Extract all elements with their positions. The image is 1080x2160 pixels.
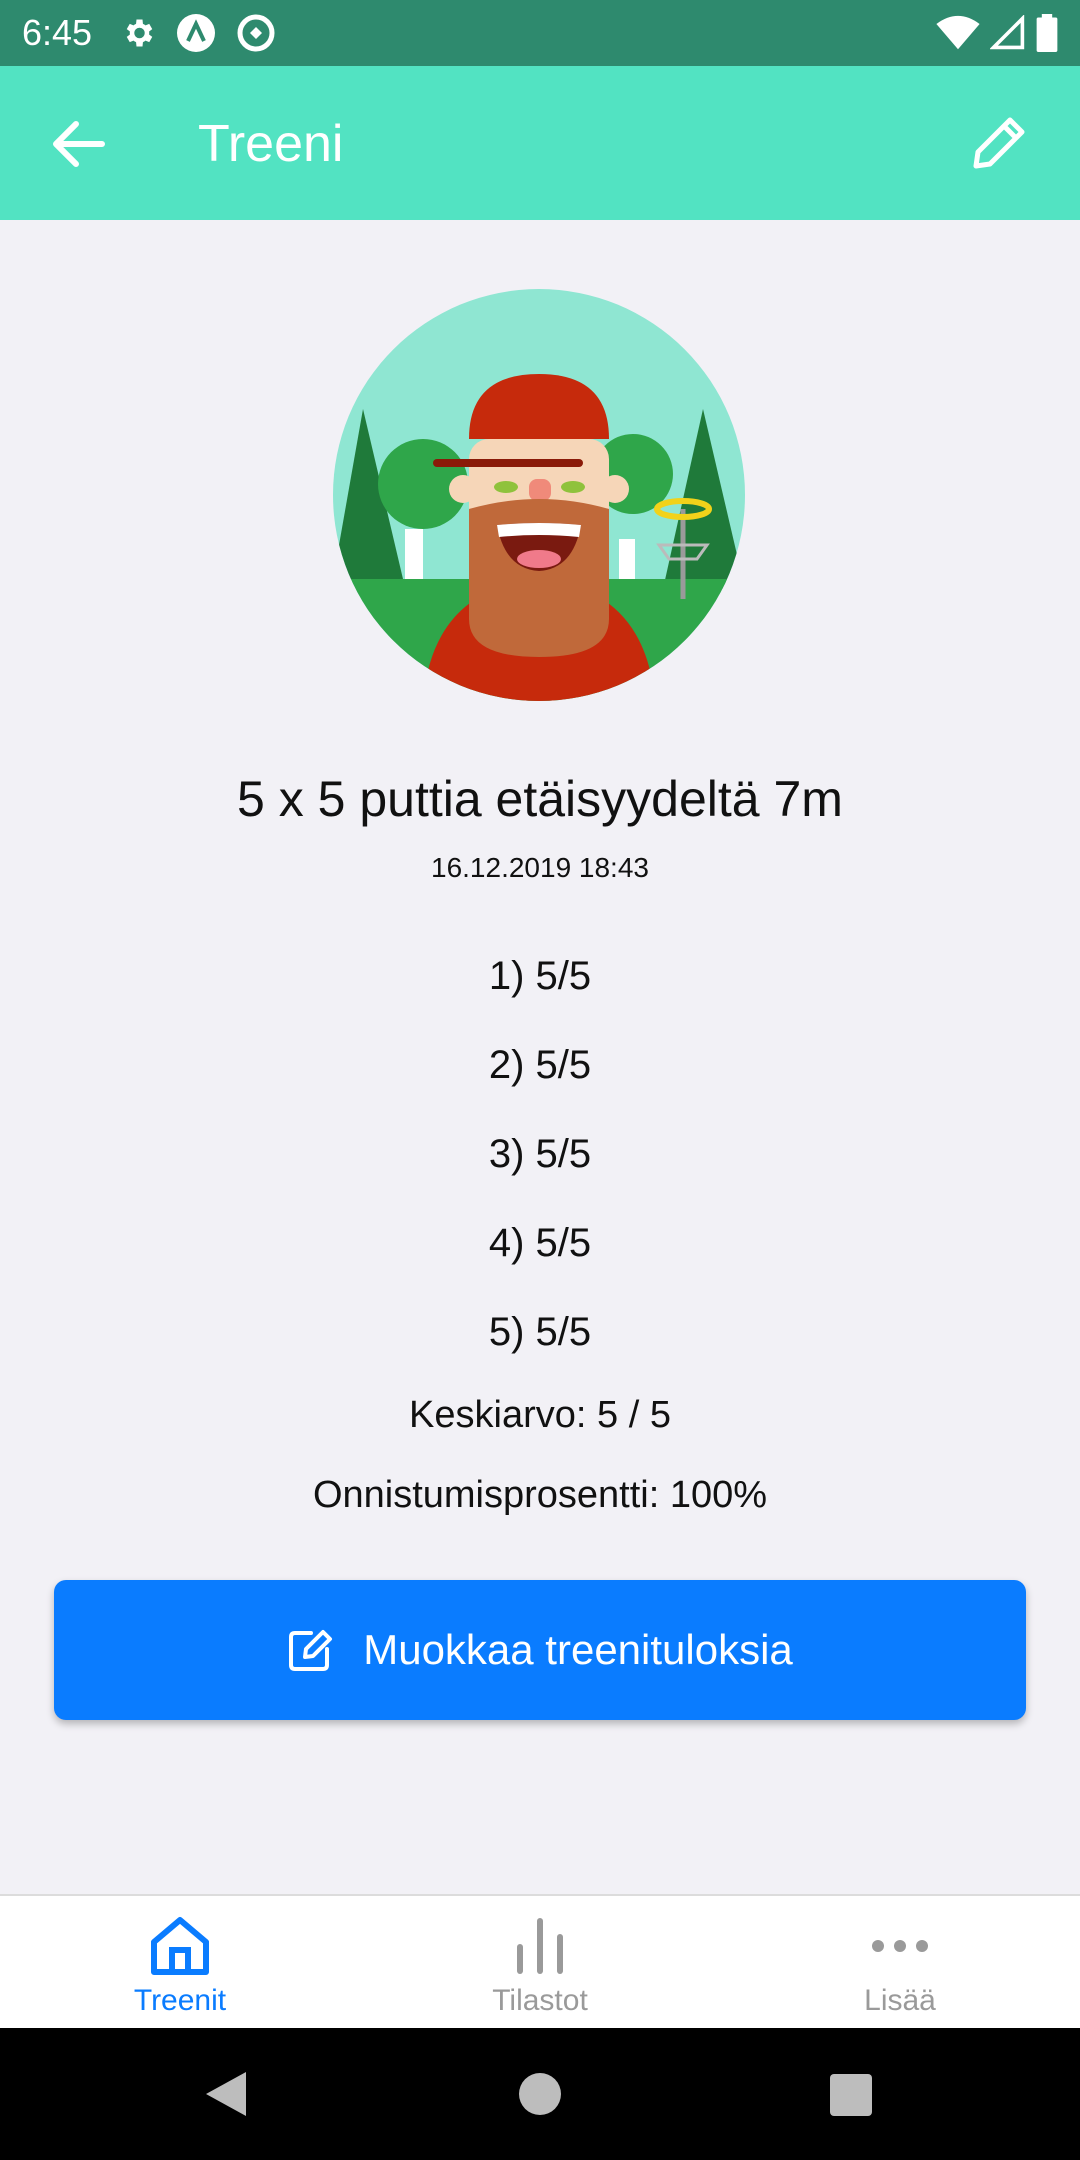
battery-icon <box>1036 14 1058 52</box>
settings-icon <box>126 19 153 47</box>
back-triangle-icon[interactable] <box>204 2070 248 2118</box>
back-arrow-icon[interactable] <box>50 118 106 170</box>
edit-results-label: Muokkaa treenituloksia <box>363 1626 793 1673</box>
status-time: 6:45 <box>22 12 93 53</box>
average-text: Keskiarvo: 5 / 5 <box>409 1394 671 1436</box>
round-result: 2) 5/5 <box>488 1043 592 1087</box>
bar-chart-icon <box>517 1918 563 1974</box>
app-bar: Treeni <box>0 66 1080 220</box>
home-circle-icon[interactable] <box>518 2072 562 2116</box>
workout-datetime: 16.12.2019 18:43 <box>431 852 649 883</box>
system-nav-bar <box>0 2028 1080 2160</box>
signal-icon <box>990 15 1025 50</box>
status-bar: 6:45 <box>0 0 1080 66</box>
round-list: 1) 5/5 2) 5/5 3) 5/5 4) 5/5 5) 5/5 <box>0 948 1080 1393</box>
workout-title: 5 x 5 puttia etäisyydeltä 7m <box>237 771 843 827</box>
tab-label: Treenit <box>133 1984 227 2017</box>
tab-tilastot[interactable]: Tilastot <box>360 1896 720 2030</box>
avatar <box>333 289 745 701</box>
round-result: 4) 5/5 <box>488 1221 592 1265</box>
app-a-icon <box>177 14 216 52</box>
pencil-icon[interactable] <box>968 112 1030 174</box>
success-rate-text: Onnistumisprosentti: 100% <box>312 1474 768 1516</box>
bottom-nav: Treenit Tilastot Lisää <box>0 1894 1080 2028</box>
more-icon <box>872 1940 928 1952</box>
home-icon <box>151 1917 209 1975</box>
recents-square-icon[interactable] <box>830 2074 872 2116</box>
edit-square-icon <box>289 1630 333 1671</box>
round-result: 3) 5/5 <box>488 1132 592 1176</box>
round-result: 1) 5/5 <box>488 954 592 998</box>
tab-label: Tilastot <box>492 1984 588 2017</box>
tab-lisaa[interactable]: Lisää <box>720 1896 1080 2030</box>
wifi-icon <box>936 15 980 50</box>
tab-treenit[interactable]: Treenit <box>0 1896 360 2030</box>
round-result: 5) 5/5 <box>488 1310 592 1354</box>
tab-label: Lisää <box>864 1984 936 2017</box>
edit-results-button[interactable]: Muokkaa treenituloksia <box>54 1580 1026 1720</box>
app-circle-icon <box>237 14 275 52</box>
page-title: Treeni <box>198 115 344 173</box>
